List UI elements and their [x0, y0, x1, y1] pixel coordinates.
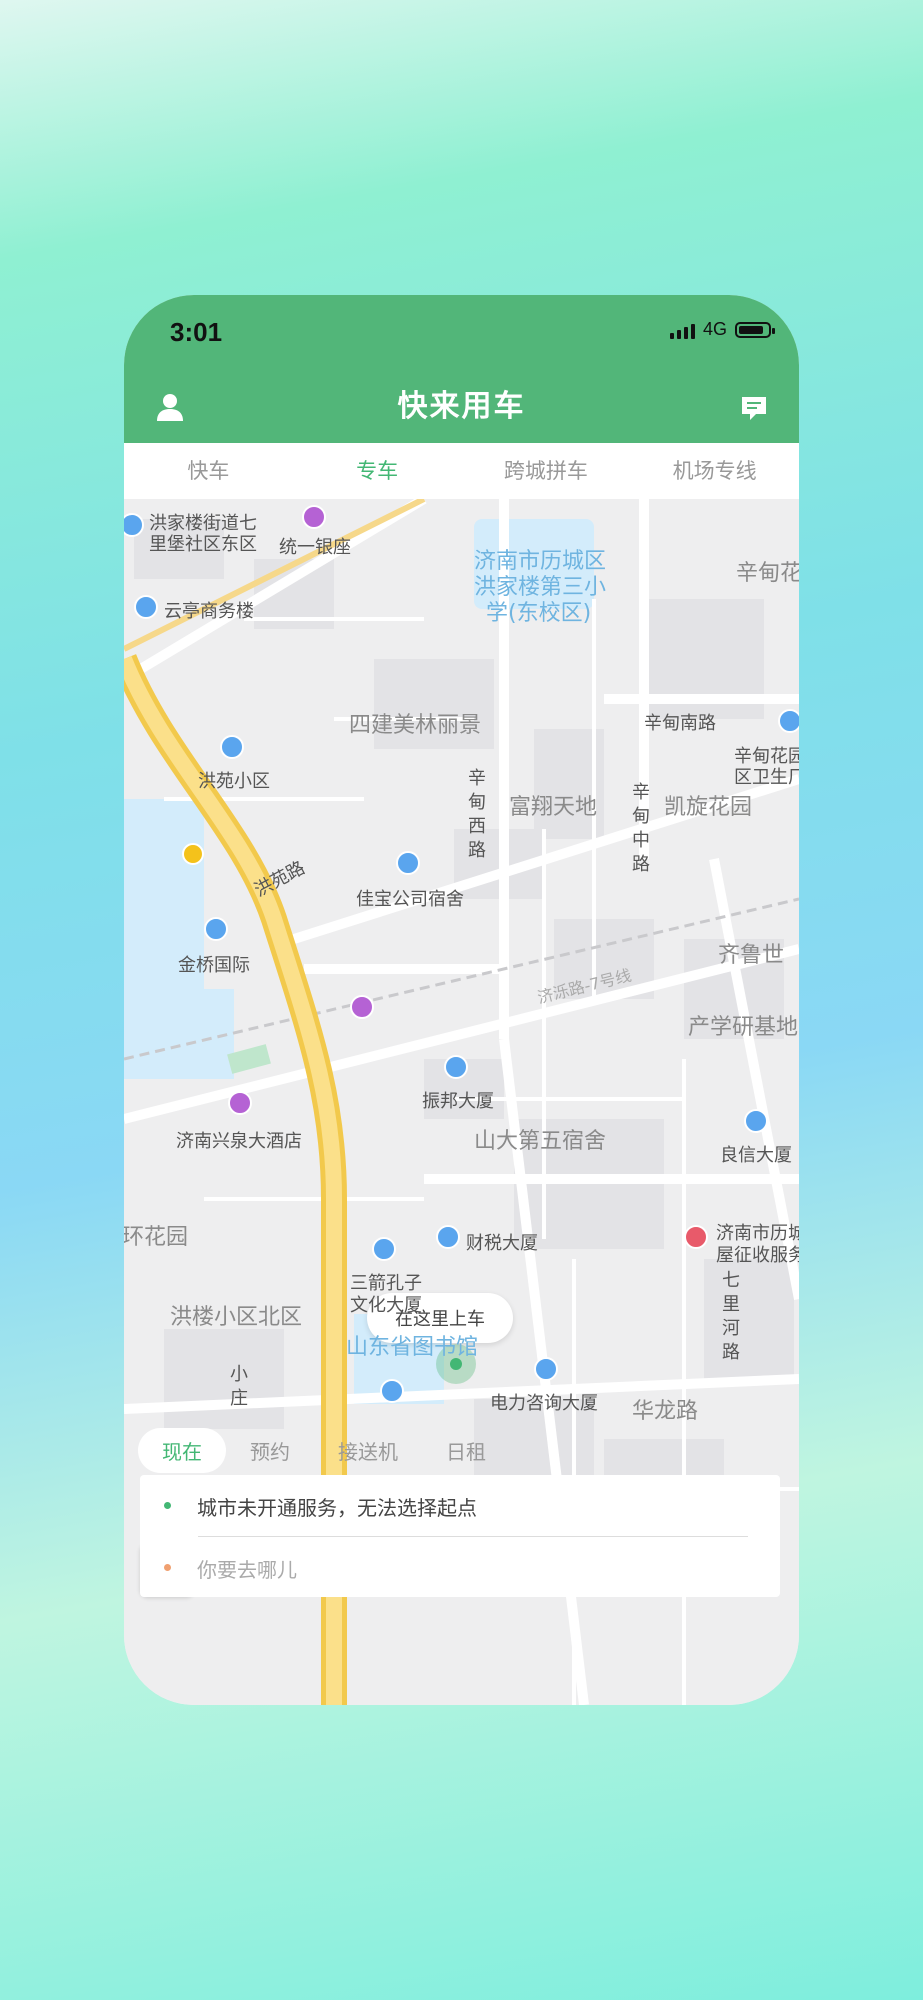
map-label: 山东省图书馆 [346, 1335, 479, 1360]
map-label: 洪楼小区北区 [170, 1305, 303, 1330]
map-label: 辛甸西路 [468, 768, 486, 861]
mode-airport-transfer[interactable]: 接送机 [314, 1428, 422, 1473]
map-label: 齐鲁世 [718, 943, 785, 968]
map-label: 富翔天地 [509, 795, 598, 820]
map-label: 山大第五宿舍 [474, 1129, 607, 1154]
map-label: 良信大厦 [720, 1145, 792, 1166]
map-label: 电力咨询大厦 [490, 1393, 598, 1414]
page-title: 快来用车 [397, 389, 526, 424]
map-label: 产学研基地 [688, 1015, 799, 1040]
poi-icon [534, 1357, 558, 1381]
map-label: 辛甸中路 [632, 782, 650, 875]
network-type: 4G [702, 319, 727, 339]
tab-intercity[interactable]: 跨城拼车 [462, 443, 631, 499]
poi-icon [778, 709, 799, 733]
map-label: 文化大厦 [350, 1295, 422, 1316]
shop-icon [302, 505, 326, 529]
phone-frame: 3:01 4G 快来用车 快车 专车 跨城拼车 机场专线 洪家楼街道七 里堡社区… [124, 295, 799, 1705]
tab-airport[interactable]: 机场专线 [630, 443, 799, 499]
tab-kuaiche[interactable]: 快车 [124, 443, 293, 499]
map-label: 里堡社区东区 [149, 534, 257, 555]
map-label: 振邦大厦 [422, 1091, 494, 1112]
poi-icon [204, 917, 228, 941]
map-label: 财税大厦 [466, 1233, 538, 1254]
status-time: 3:01 [170, 317, 223, 347]
poi-icon [372, 1237, 396, 1261]
destination-dot-icon [164, 1564, 171, 1571]
mode-daily-rent[interactable]: 日租 [422, 1428, 510, 1473]
gas-station-icon [182, 843, 204, 865]
message-icon[interactable] [739, 393, 769, 423]
mode-reserve[interactable]: 预约 [226, 1428, 314, 1473]
mode-now[interactable]: 现在 [138, 1428, 226, 1473]
origin-dot-icon [164, 1502, 171, 1509]
service-tabs: 快车 专车 跨城拼车 机场专线 [124, 443, 799, 499]
map-label: 济南兴泉大酒店 [176, 1131, 302, 1152]
map-label: 佳宝公司宿舍 [356, 889, 464, 910]
poi-icon [350, 995, 374, 1019]
map-label: 七里河路 [722, 1270, 740, 1363]
map-label: 屋征收服务 [716, 1245, 799, 1266]
map-label: 区卫生厂 [734, 767, 799, 788]
poi-icon [744, 1109, 768, 1133]
tab-zhuanche[interactable]: 专车 [293, 443, 462, 499]
origin-row[interactable]: 城市未开通服务，无法选择起点 [140, 1475, 780, 1535]
destination-row[interactable]: 你要去哪儿 [140, 1537, 780, 1597]
signal-icon [669, 321, 695, 339]
destination-input[interactable]: 你要去哪儿 [197, 1554, 297, 1583]
map-label: 金桥国际 [178, 955, 250, 976]
map-label: 学(东校区) [486, 601, 592, 626]
poi-icon [396, 851, 420, 875]
app-header: 3:01 4G 快来用车 [124, 295, 799, 443]
map-label: 小庄 [230, 1364, 248, 1409]
status-indicators: 4G [669, 319, 775, 340]
origin-text: 城市未开通服务，无法选择起点 [197, 1496, 477, 1520]
poi-icon [380, 1379, 404, 1403]
hotel-icon [228, 1091, 252, 1115]
map-label: 洪苑小区 [198, 771, 270, 792]
poi-icon [134, 595, 158, 619]
map-label: 统一银座 [279, 537, 351, 558]
ride-time-modes: 现在 预约 接送机 日租 [138, 1428, 510, 1473]
poi-icon [444, 1055, 468, 1079]
map-label: 凯旋花园 [664, 795, 753, 820]
poi-icon [220, 735, 244, 759]
star-icon [684, 1225, 708, 1249]
battery-icon [735, 321, 775, 338]
map-label: 云亭商务楼 [164, 601, 254, 622]
map-label: 环花园 [124, 1225, 189, 1250]
trip-panel: 城市未开通服务，无法选择起点 你要去哪儿 [140, 1475, 780, 1597]
map-label: 辛甸南路 [644, 713, 716, 734]
poi-icon [436, 1225, 460, 1249]
map-label: 四建美林丽景 [349, 713, 482, 738]
map-label: 辛甸花 [736, 561, 799, 586]
map-label: 华龙路 [632, 1399, 699, 1424]
